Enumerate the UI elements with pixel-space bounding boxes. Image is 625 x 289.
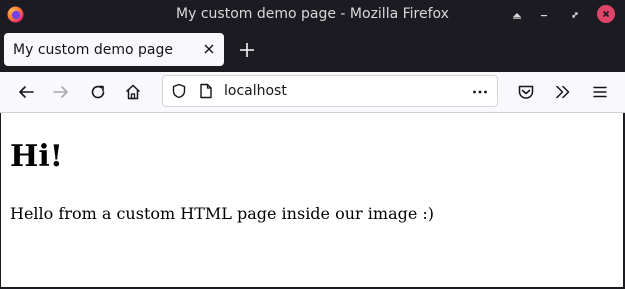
page-heading: Hi! (10, 139, 63, 174)
url-text[interactable]: localhost (224, 83, 287, 99)
tab-my-custom-demo-page[interactable]: My custom demo page (4, 33, 224, 66)
window-title: My custom demo page - Mozilla Firefox (176, 6, 449, 22)
tab-strip: My custom demo page (0, 29, 625, 72)
tab-label: My custom demo page (13, 42, 173, 58)
navigation-toolbar: localhost (0, 72, 625, 113)
overflow-chevrons-icon[interactable] (553, 82, 573, 102)
page-actions-ellipsis-icon[interactable] (471, 83, 489, 101)
close-window-button[interactable] (597, 5, 615, 23)
page-document-icon[interactable] (199, 83, 213, 99)
maximize-icon[interactable] (566, 6, 583, 23)
keep-above-icon[interactable] (508, 6, 525, 23)
tracking-protection-shield-icon[interactable] (171, 83, 187, 99)
reload-icon[interactable] (88, 82, 108, 102)
tab-close-icon[interactable] (202, 42, 216, 56)
window-titlebar: My custom demo page - Mozilla Firefox (0, 0, 625, 29)
home-icon[interactable] (123, 82, 143, 102)
page-content: Hi! Hello from a custom HTML page inside… (1, 113, 623, 287)
hamburger-menu-icon[interactable] (590, 82, 610, 102)
url-bar[interactable]: localhost (162, 75, 498, 107)
page-paragraph: Hello from a custom HTML page inside our… (10, 204, 435, 223)
close-icon (602, 10, 610, 18)
pocket-icon[interactable] (516, 82, 536, 102)
back-icon[interactable] (16, 82, 36, 102)
new-tab-icon[interactable] (238, 41, 256, 59)
forward-icon[interactable] (51, 82, 71, 102)
minimize-icon[interactable] (535, 6, 552, 23)
